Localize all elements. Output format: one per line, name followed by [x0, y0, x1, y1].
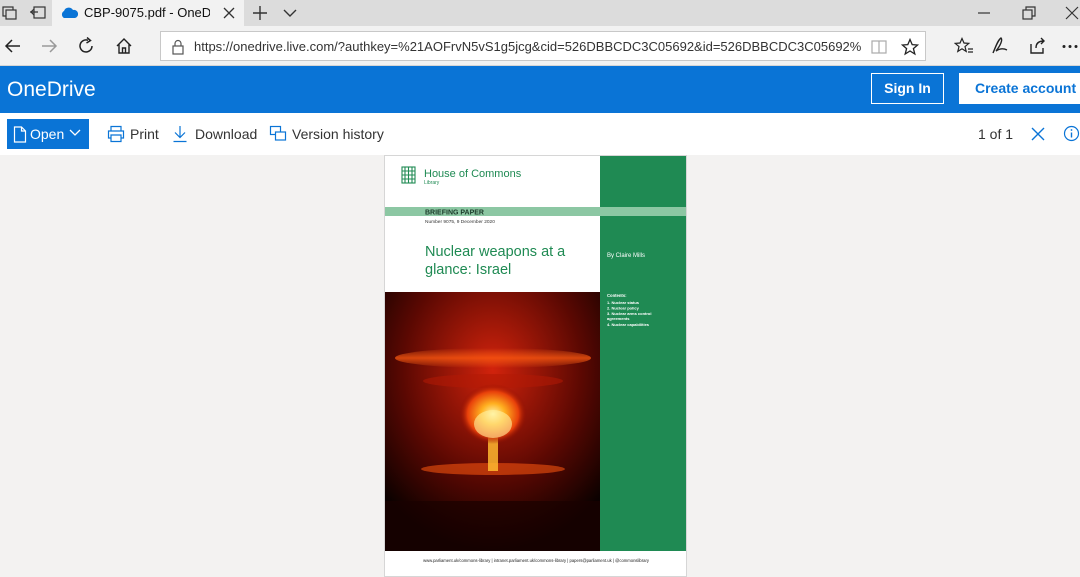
- briefing-paper-cover: House of Commons Library BRIEFING PAPER …: [385, 156, 686, 563]
- create-account-button[interactable]: Create account: [959, 73, 1080, 104]
- favorite-star-icon[interactable]: [901, 38, 919, 56]
- onedrive-brand[interactable]: OneDrive: [7, 78, 96, 102]
- onedrive-cloud-icon: [61, 7, 78, 18]
- paper-type: BRIEFING PAPER: [425, 210, 484, 217]
- close-window-icon[interactable]: [1064, 5, 1080, 21]
- restore-icon[interactable]: [1021, 5, 1037, 21]
- document-viewer: House of Commons Library BRIEFING PAPER …: [0, 155, 1080, 577]
- more-options-icon[interactable]: [1062, 44, 1078, 49]
- refresh-icon[interactable]: [78, 37, 96, 55]
- publisher-logo-text: House of Commons: [424, 168, 522, 180]
- lock-icon[interactable]: [171, 39, 185, 55]
- active-tab[interactable]: CBP-9075.pdf - OneDriv: [52, 0, 244, 26]
- print-button[interactable]: Print: [130, 126, 159, 142]
- home-icon[interactable]: [115, 37, 133, 55]
- paper-number: Number 9075, 9 December 2020: [425, 219, 495, 225]
- contents-heading: Contents:: [607, 293, 627, 298]
- browser-tab-bar: CBP-9075.pdf - OneDriv: [0, 0, 1080, 26]
- version-history-icon[interactable]: [269, 125, 287, 143]
- share-icon[interactable]: [1028, 36, 1048, 56]
- print-icon[interactable]: [107, 125, 125, 143]
- publisher-logo-subtext: Library: [424, 180, 440, 186]
- document-title-line2: glance: Israel: [425, 262, 511, 278]
- version-history-button[interactable]: Version history: [292, 126, 384, 142]
- browser-toolbar: https://onedrive.live.com/?authkey=%21AO…: [0, 26, 1080, 66]
- download-icon[interactable]: [172, 125, 188, 143]
- new-tab-icon[interactable]: [252, 5, 268, 21]
- info-icon[interactable]: [1063, 125, 1080, 142]
- web-note-pen-icon[interactable]: [990, 36, 1010, 56]
- contents-item: agreements: [607, 316, 630, 321]
- command-bar: Open Print Download Version history 1 of…: [0, 113, 1080, 155]
- chevron-down-icon: [69, 129, 81, 136]
- download-button[interactable]: Download: [195, 126, 257, 142]
- set-tabs-aside-icon[interactable]: [29, 5, 47, 21]
- favorites-hub-icon[interactable]: [954, 37, 974, 55]
- portcullis-logo-icon: [401, 166, 416, 184]
- contents-item: 1. Nuclear status: [607, 300, 640, 305]
- footer-links: www.parliament.uk/commons-library | intr…: [423, 558, 650, 563]
- tab-title: CBP-9075.pdf - OneDriv: [84, 5, 210, 20]
- reading-view-icon[interactable]: [871, 39, 887, 55]
- page-count: 1 of 1: [978, 126, 1014, 142]
- open-button-label: Open: [30, 126, 65, 142]
- address-bar[interactable]: https://onedrive.live.com/?authkey=%21AO…: [160, 31, 926, 61]
- open-button[interactable]: Open: [7, 119, 89, 149]
- tab-actions-icon[interactable]: [2, 5, 18, 21]
- author: By Claire Mills: [607, 253, 645, 259]
- close-tab-icon[interactable]: [222, 6, 236, 20]
- contents-item: 4. Nuclear capabilities: [607, 322, 650, 327]
- minimize-icon[interactable]: [976, 5, 992, 21]
- forward-icon[interactable]: [40, 38, 58, 54]
- nuclear-explosion-photo: [385, 292, 600, 551]
- contents-item: 2. Nuclear policy: [607, 306, 640, 311]
- chevron-down-icon[interactable]: [282, 6, 298, 20]
- sign-in-button[interactable]: Sign In: [871, 73, 944, 104]
- back-icon[interactable]: [4, 38, 22, 54]
- onedrive-header: OneDrive Sign In Create account: [0, 66, 1080, 113]
- pdf-page: House of Commons Library BRIEFING PAPER …: [384, 155, 687, 577]
- document-icon: [13, 126, 27, 143]
- document-title-line1: Nuclear weapons at a: [425, 244, 566, 260]
- url-text: https://onedrive.live.com/?authkey=%21AO…: [194, 39, 862, 54]
- close-icon[interactable]: [1031, 127, 1045, 141]
